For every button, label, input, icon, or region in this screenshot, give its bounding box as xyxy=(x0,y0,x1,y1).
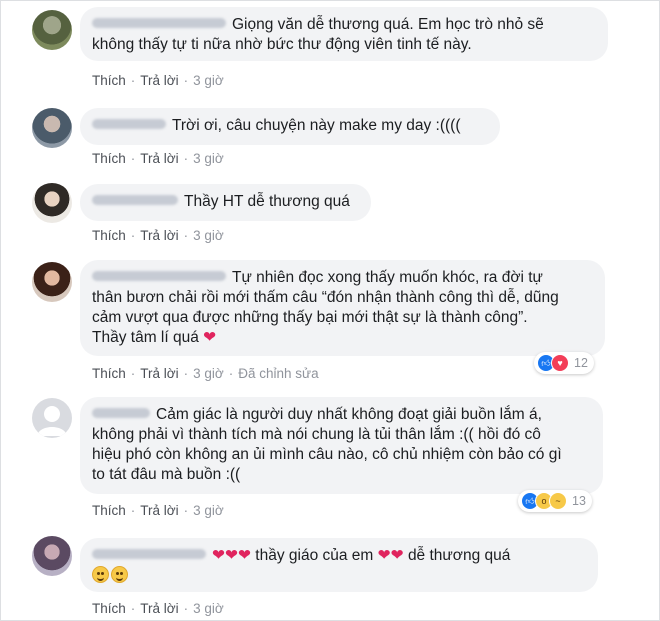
avatar[interactable] xyxy=(32,398,72,438)
comment-time[interactable]: 3 giờ xyxy=(193,151,224,166)
comment-bubble: ❤❤❤ thầy giáo của em ❤❤ dễ thương quá xyxy=(80,538,598,592)
separator: · xyxy=(130,151,136,166)
comment-bubble: Cảm giác là người duy nhất không đoạt gi… xyxy=(80,397,603,494)
comment-time[interactable]: 3 giờ xyxy=(193,366,224,381)
separator: · xyxy=(183,601,189,616)
comment-author[interactable] xyxy=(92,271,226,281)
separator: · xyxy=(130,73,136,88)
separator: · xyxy=(183,228,189,243)
smile-emoji-icon xyxy=(92,566,109,583)
comment-text-line: Cảm giác là người duy nhất không đoạt gi… xyxy=(156,406,542,423)
comment-time[interactable]: 3 giờ xyxy=(193,601,224,616)
comment-actions: Thích · Trả lời · 3 giờ xyxy=(92,151,224,166)
comment-text-line: không thấy tự ti nữa nhờ bức thư động vi… xyxy=(92,36,472,53)
comment-actions: Thích · Trả lời · 3 giờ · Đã chỉnh sửa xyxy=(92,366,319,381)
reply-link[interactable]: Trả lời xyxy=(140,228,178,243)
comment-actions: Thích · Trả lời · 3 giờ xyxy=(92,601,224,616)
comment-text-line: Thầy HT dễ thương quá xyxy=(184,193,350,210)
comment-text-line: Trời ơi, câu chuyện này make my day :(((… xyxy=(172,117,461,134)
separator: · xyxy=(130,228,136,243)
comment-text-line: cảm vượt qua được những thấy bại mới thậ… xyxy=(92,309,528,326)
comment-author[interactable] xyxy=(92,549,206,559)
comment-actions: Thích · Trả lời · 3 giờ xyxy=(92,503,224,518)
like-link[interactable]: Thích xyxy=(92,366,126,381)
reply-link[interactable]: Trả lời xyxy=(140,601,178,616)
reaction-summary[interactable]: 👍︎ ♥︎ 12 xyxy=(534,352,594,374)
comment-text-line: hiệu phó còn không an ủi mình câu nào, c… xyxy=(92,446,562,463)
comment-author[interactable] xyxy=(92,18,226,28)
comment-actions: Thích · Trả lời · 3 giờ xyxy=(92,228,224,243)
comment-time[interactable]: 3 giờ xyxy=(193,228,224,243)
avatar[interactable] xyxy=(32,108,72,148)
comment-bubble: Tự nhiên đọc xong thấy muốn khóc, ra đời… xyxy=(80,260,605,356)
avatar[interactable] xyxy=(32,262,72,302)
avatar[interactable] xyxy=(32,536,72,576)
reply-link[interactable]: Trả lời xyxy=(140,366,178,381)
comment-author[interactable] xyxy=(92,195,178,205)
avatar[interactable] xyxy=(32,10,72,50)
comment-author[interactable] xyxy=(92,119,166,129)
reaction-summary[interactable]: 👍︎ o ~13 xyxy=(518,490,592,512)
comment-text-line: Giọng văn dễ thương quá. Em học trò nhỏ … xyxy=(232,16,544,33)
separator: · xyxy=(130,503,136,518)
comment-text: thầy giáo của em xyxy=(255,547,374,564)
like-link[interactable]: Thích xyxy=(92,73,126,88)
comment-bubble: Trời ơi, câu chuyện này make my day :(((… xyxy=(80,108,500,145)
reaction-count: 13 xyxy=(572,494,586,508)
separator: · xyxy=(183,151,189,166)
separator: · xyxy=(130,601,136,616)
heart-emoji: ❤❤❤ xyxy=(212,547,251,564)
comment-actions: Thích · Trả lời · 3 giờ xyxy=(92,73,224,88)
love-icon: ♥︎ xyxy=(551,354,569,372)
default-avatar-icon xyxy=(37,406,67,436)
comment-bubble: Thầy HT dễ thương quá xyxy=(80,184,371,221)
like-link[interactable]: Thích xyxy=(92,151,126,166)
comment-text-line: Tự nhiên đọc xong thấy muốn khóc, ra đời… xyxy=(232,269,543,286)
reply-link[interactable]: Trả lời xyxy=(140,503,178,518)
comment-time[interactable]: 3 giờ xyxy=(193,73,224,88)
comment-bubble: Giọng văn dễ thương quá. Em học trò nhỏ … xyxy=(80,7,608,61)
sad-icon: ~ xyxy=(549,492,567,510)
separator: · xyxy=(130,366,136,381)
comment-author[interactable] xyxy=(92,408,150,418)
separator: · xyxy=(228,366,234,381)
comment-time[interactable]: 3 giờ xyxy=(193,503,224,518)
like-link[interactable]: Thích xyxy=(92,228,126,243)
reaction-count: 12 xyxy=(574,356,588,370)
comment-text-line: Thầy tâm lí quá xyxy=(92,329,199,346)
separator: · xyxy=(183,366,189,381)
separator: · xyxy=(183,73,189,88)
comment-text-line: to tát đâu mà buồn :(( xyxy=(92,466,241,483)
comment-text-line: thân bươn chải rồi mới thấm câu “đón nhậ… xyxy=(92,289,559,306)
smile-emoji-icon xyxy=(111,566,128,583)
reply-link[interactable]: Trả lời xyxy=(140,151,178,166)
heart-emoji: ❤ xyxy=(203,329,217,346)
comment-text-line: không phải vì thành tích mà nói chung là… xyxy=(92,426,541,443)
comment-text: dễ thương quá xyxy=(407,547,511,564)
avatar[interactable] xyxy=(32,183,72,223)
edited-label[interactable]: Đã chỉnh sửa xyxy=(238,366,318,381)
comments-panel: Giọng văn dễ thương quá. Em học trò nhỏ … xyxy=(0,0,660,621)
separator: · xyxy=(183,503,189,518)
heart-emoji: ❤❤ xyxy=(377,547,404,564)
like-link[interactable]: Thích xyxy=(92,503,126,518)
like-link[interactable]: Thích xyxy=(92,601,126,616)
reply-link[interactable]: Trả lời xyxy=(140,73,178,88)
